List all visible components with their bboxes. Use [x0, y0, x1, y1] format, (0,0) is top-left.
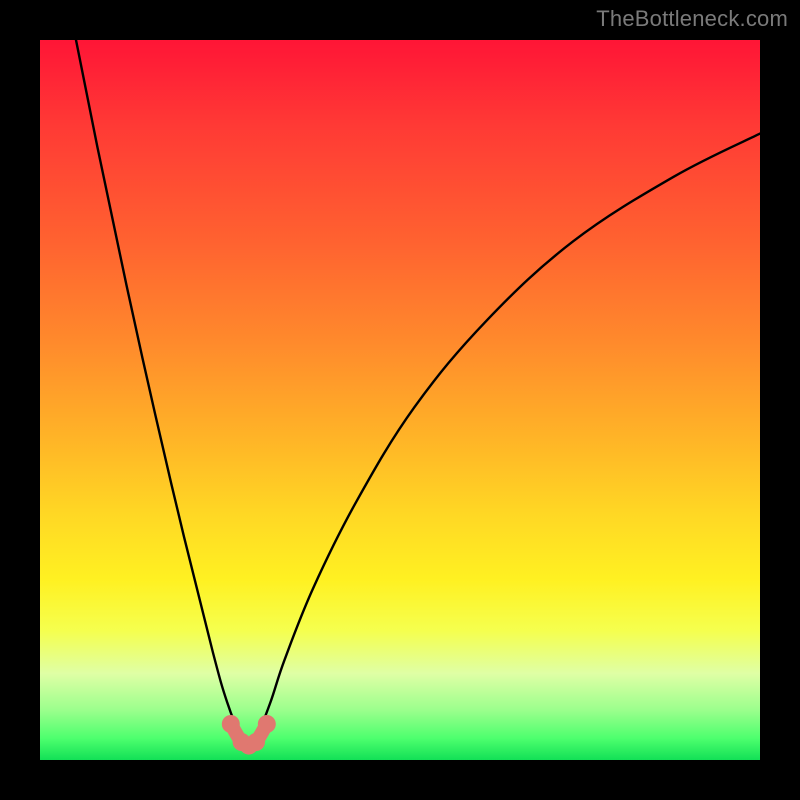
chart-frame: TheBottleneck.com [0, 0, 800, 800]
trough-dot [222, 715, 240, 733]
plot-area [40, 40, 760, 760]
curve-layer [40, 40, 760, 760]
trough-dot [258, 715, 276, 733]
trough-dot [247, 733, 265, 751]
watermark-text: TheBottleneck.com [596, 6, 788, 32]
bottleneck-curve [76, 40, 760, 746]
